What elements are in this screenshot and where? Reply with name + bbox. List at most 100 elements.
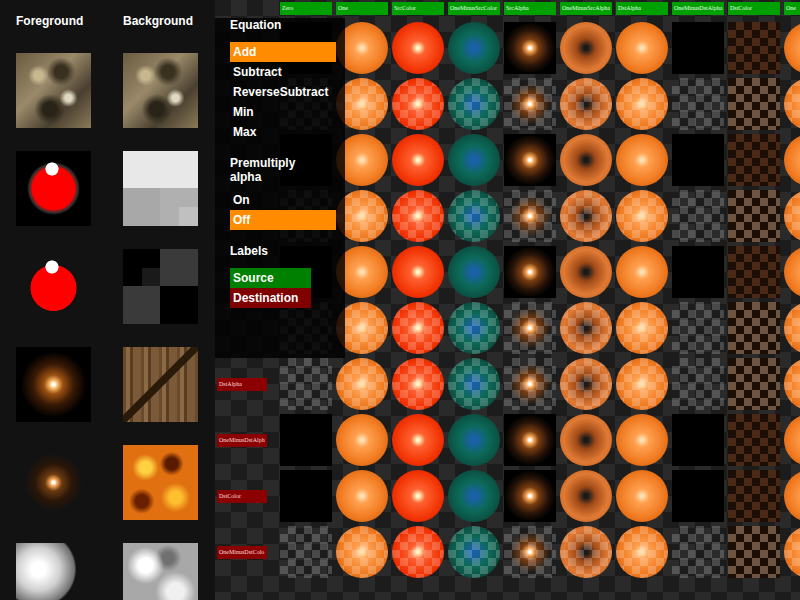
equation-option[interactable]: Add — [230, 42, 336, 62]
foreground-texture[interactable] — [16, 53, 91, 128]
blend-result-cell — [616, 414, 668, 466]
blend-result-cell — [560, 246, 612, 298]
background-texture[interactable] — [123, 445, 198, 520]
premultiply-option[interactable]: On — [230, 190, 336, 210]
foreground-texture[interactable] — [16, 249, 91, 324]
blend-result-cell — [728, 414, 780, 466]
blend-result-cell — [504, 526, 556, 578]
blend-result-cell — [448, 414, 500, 466]
blend-result-cell — [672, 190, 724, 242]
blend-result-cell — [392, 78, 444, 130]
label-toggle[interactable]: Destination — [230, 288, 311, 308]
options-panel: Equation AddSubtractReverseSubtractMinMax… — [215, 18, 345, 358]
blend-result-cell — [784, 134, 800, 186]
source-factor-label: One — [784, 2, 800, 15]
blend-result-cell — [784, 526, 800, 578]
background-title: Background — [123, 14, 198, 28]
labels-title: Labels — [230, 244, 330, 262]
blend-result-cell — [504, 22, 556, 74]
blend-result-cell — [504, 470, 556, 522]
background-texture[interactable] — [123, 53, 198, 128]
blend-result-cell — [784, 78, 800, 130]
blend-result-cell — [392, 190, 444, 242]
blend-result-cell — [448, 302, 500, 354]
blend-result-cell — [616, 190, 668, 242]
destination-factor-label: DstColor — [217, 490, 267, 503]
blend-result-cell — [504, 134, 556, 186]
blend-result-cell — [560, 190, 612, 242]
equation-option[interactable]: ReverseSubtract — [230, 82, 336, 102]
equation-option[interactable]: Subtract — [230, 62, 336, 82]
blend-result-cell — [392, 358, 444, 410]
blend-result-cell — [728, 190, 780, 242]
blend-result-cell — [560, 526, 612, 578]
label-toggle[interactable]: Source — [230, 268, 311, 288]
blend-result-cell — [504, 414, 556, 466]
blend-result-cell — [728, 78, 780, 130]
blend-result-cell — [672, 78, 724, 130]
foreground-texture[interactable] — [16, 347, 91, 422]
blend-result-cell — [784, 190, 800, 242]
blend-result-cell — [672, 414, 724, 466]
blend-result-cell — [784, 22, 800, 74]
blend-result-cell — [392, 470, 444, 522]
blend-result-cell — [448, 22, 500, 74]
foreground-texture[interactable] — [16, 445, 91, 520]
blend-result-cell — [504, 358, 556, 410]
blend-result-cell — [448, 78, 500, 130]
source-factor-label: OneMinusDstAlpha — [672, 2, 724, 15]
source-factor-label: One — [336, 2, 388, 15]
blend-result-cell — [280, 470, 332, 522]
blend-result-cell — [560, 302, 612, 354]
blend-result-cell — [560, 358, 612, 410]
background-texture[interactable] — [123, 151, 198, 226]
equation-option[interactable]: Min — [230, 102, 336, 122]
blend-result-cell — [672, 246, 724, 298]
blend-result-cell — [728, 134, 780, 186]
blend-result-cell — [448, 134, 500, 186]
foreground-texture[interactable] — [16, 151, 91, 226]
blend-result-cell — [616, 246, 668, 298]
blend-demo: ForegroundBackgroundZeroOneSrcColorOneMi… — [0, 0, 800, 600]
background-texture[interactable] — [123, 249, 198, 324]
destination-factor-label: OneMinusDstColo — [217, 546, 267, 559]
blend-result-cell — [336, 470, 388, 522]
blend-result-cell — [728, 358, 780, 410]
destination-factor-label: DstAlpha — [217, 378, 267, 391]
blend-result-cell — [336, 414, 388, 466]
background-texture[interactable] — [123, 543, 198, 600]
blend-result-cell — [672, 22, 724, 74]
blend-result-cell — [504, 302, 556, 354]
blend-result-cell — [560, 78, 612, 130]
blend-result-cell — [448, 246, 500, 298]
source-factor-label: SrcColor — [392, 2, 444, 15]
blend-result-cell — [336, 526, 388, 578]
blend-result-cell — [560, 134, 612, 186]
blend-result-cell — [616, 134, 668, 186]
blend-result-cell — [728, 302, 780, 354]
blend-result-cell — [616, 470, 668, 522]
equation-title: Equation — [230, 18, 330, 36]
blend-result-cell — [392, 134, 444, 186]
blend-result-cell — [448, 358, 500, 410]
blend-result-cell — [672, 358, 724, 410]
foreground-texture[interactable] — [16, 543, 91, 600]
blend-result-cell — [560, 470, 612, 522]
blend-result-cell — [616, 526, 668, 578]
source-factor-label: OneMinusSrcAlpha — [560, 2, 612, 15]
blend-result-cell — [616, 22, 668, 74]
source-factor-label: OneMinusSrcColor — [448, 2, 500, 15]
background-texture[interactable] — [123, 347, 198, 422]
blend-result-cell — [784, 470, 800, 522]
blend-result-cell — [560, 414, 612, 466]
blend-result-cell — [784, 414, 800, 466]
foreground-title: Foreground — [16, 14, 91, 28]
blend-result-cell — [672, 470, 724, 522]
blend-result-cell — [280, 526, 332, 578]
equation-option[interactable]: Max — [230, 122, 336, 142]
blend-result-cell — [448, 526, 500, 578]
blend-result-cell — [616, 78, 668, 130]
blend-result-cell — [504, 190, 556, 242]
premultiply-option[interactable]: Off — [230, 210, 336, 230]
blend-result-cell — [392, 302, 444, 354]
